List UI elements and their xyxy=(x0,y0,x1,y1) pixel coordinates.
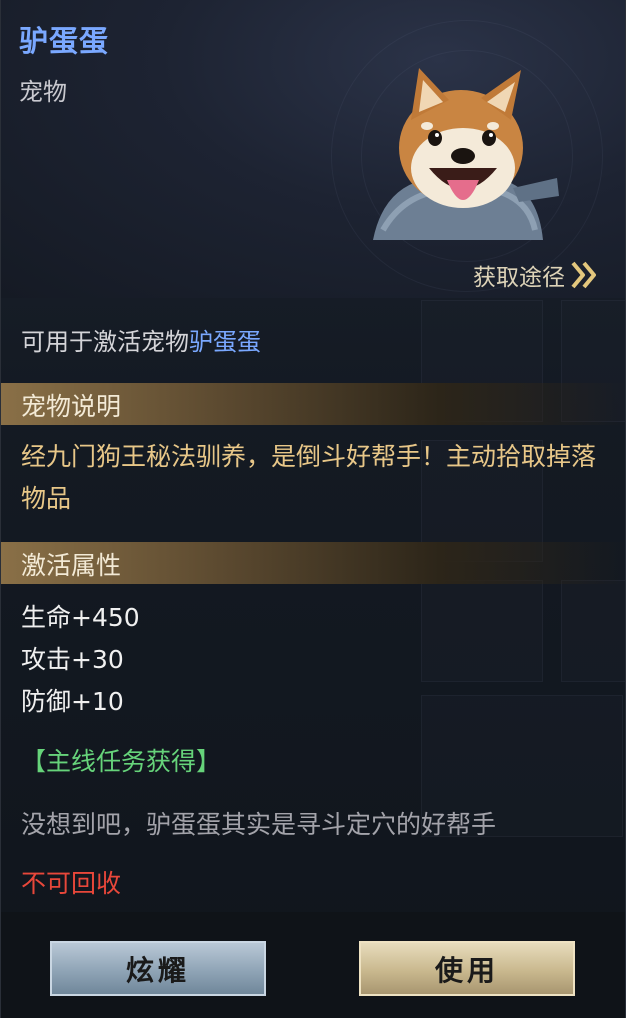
use-button[interactable]: 使用 xyxy=(359,941,575,996)
section-title: 宠物说明 xyxy=(21,392,122,421)
item-header: 驴蛋蛋 宠物 获取途径 xyxy=(1,0,625,298)
activation-attributes-header: 激活属性 xyxy=(1,542,625,584)
usage-text: 可用于激活宠物 xyxy=(21,328,189,356)
pet-portrait xyxy=(363,60,561,240)
attribute-hp: 生命+450 xyxy=(21,603,140,632)
shiba-dog-icon xyxy=(373,68,559,240)
item-name: 驴蛋蛋 xyxy=(19,24,110,58)
recycle-warning: 不可回收 xyxy=(21,869,122,898)
pet-description-text: 经九门狗王秘法驯养，是倒斗好帮手！主动拾取掉落物品 xyxy=(21,442,597,513)
pet-description-header: 宠物说明 xyxy=(1,383,625,425)
attribute-attack: 攻击+30 xyxy=(21,645,124,674)
item-tooltip-panel: 驴蛋蛋 宠物 获取途径 可用于激活宠物驴蛋蛋 宠物说明 经九门狗王秘法驯养，是倒… xyxy=(0,0,626,1018)
attribute-defense: 防御+10 xyxy=(21,687,124,716)
item-type: 宠物 xyxy=(19,78,67,106)
usage-line: 可用于激活宠物驴蛋蛋 xyxy=(21,322,261,357)
show-off-button[interactable]: 炫耀 xyxy=(50,941,266,996)
background-slot xyxy=(561,580,625,682)
usage-pet-name: 驴蛋蛋 xyxy=(189,328,261,356)
acquire-source: 【主线任务获得】 xyxy=(21,747,222,776)
flavor-text: 没想到吧，驴蛋蛋其实是寻斗定穴的好帮手 xyxy=(21,810,497,839)
acquire-path-label: 获取途径 xyxy=(473,265,565,291)
acquire-path-link[interactable]: 获取途径 xyxy=(473,258,599,292)
double-chevron-right-icon xyxy=(571,261,596,289)
background-slot xyxy=(421,580,543,682)
section-title: 激活属性 xyxy=(21,551,122,580)
